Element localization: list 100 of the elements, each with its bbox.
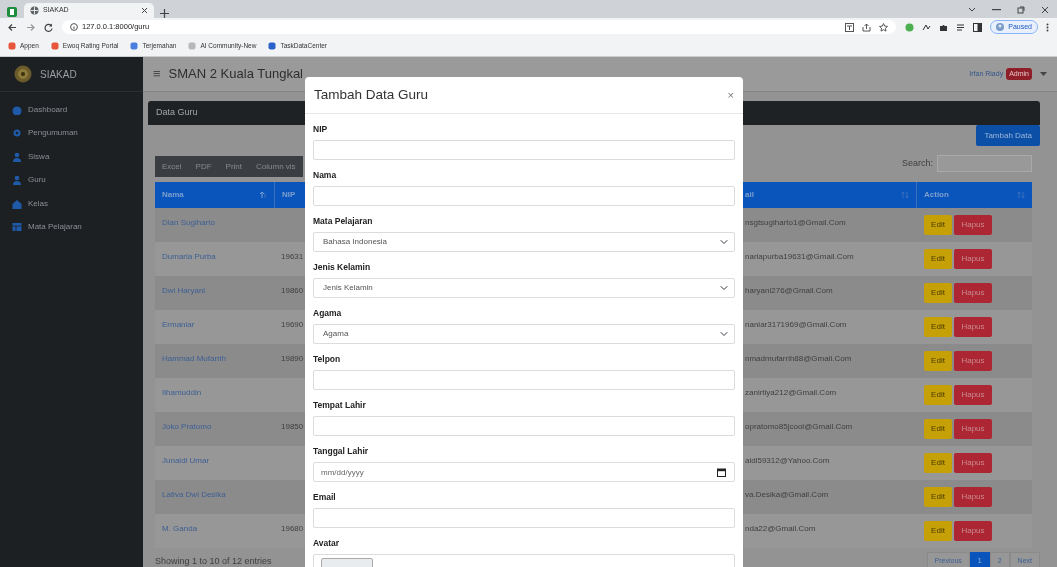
list-icon[interactable] — [956, 22, 966, 32]
text-field[interactable] — [313, 140, 735, 160]
field-label: Telpon — [313, 353, 341, 366]
table-cell: nariapurba19631@Gmail.Com — [743, 242, 917, 276]
table-cell: aidi59312@Yahoo.Com — [743, 446, 917, 480]
share-icon[interactable] — [862, 22, 872, 32]
text-field[interactable] — [313, 508, 735, 528]
close-button[interactable]: × — [727, 89, 734, 101]
name-link[interactable]: Joko Pratomo — [162, 422, 212, 431]
delete-button[interactable]: Hapus — [954, 419, 992, 439]
column-header[interactable]: ail — [743, 182, 917, 208]
delete-button[interactable]: Hapus — [954, 215, 992, 235]
name-link[interactable]: Hammad Mufarrih — [162, 354, 226, 363]
field-label: Agama — [313, 307, 342, 320]
restore-icon[interactable] — [1017, 6, 1025, 14]
table-cell: zanirtiya212@Gmail.Com — [743, 378, 917, 412]
caret-icon[interactable] — [1040, 71, 1047, 77]
translate-icon[interactable] — [845, 22, 855, 32]
chevron-down-icon[interactable] — [968, 7, 976, 13]
delete-button[interactable]: Hapus — [954, 385, 992, 405]
sidebar-item[interactable]: Mata Pelajaran — [0, 215, 143, 239]
field-label: Nama — [313, 169, 337, 182]
delete-button[interactable]: Hapus — [954, 351, 992, 371]
edit-button[interactable]: Edit — [924, 385, 952, 405]
text-field[interactable] — [313, 370, 735, 390]
name-link[interactable]: Ermaniar — [162, 320, 195, 329]
toolbar-button[interactable]: Excel — [155, 156, 189, 177]
select-field[interactable]: Bahasa Indonesia — [313, 232, 735, 252]
name-link[interactable]: Ilhamuddin — [162, 388, 202, 397]
table-cell: 19680 — [275, 514, 305, 548]
text-field[interactable] — [313, 416, 735, 436]
sort-up-icon[interactable] — [259, 191, 267, 199]
delete-button[interactable]: Hapus — [954, 453, 992, 473]
sidebar-item[interactable]: Pengumuman — [0, 121, 143, 145]
table-cell: nda22@Gmail.Com — [743, 514, 917, 548]
toolbar-button[interactable]: Column vis — [249, 156, 303, 177]
table-cell: nsgtsugiharto1@Gmail.Com — [743, 208, 917, 242]
reload-icon[interactable] — [44, 22, 53, 32]
field-label: Email — [313, 491, 336, 504]
edit-button[interactable]: Edit — [924, 283, 952, 303]
table-cell: 19631 — [275, 242, 305, 276]
name-link[interactable]: M. Ganda — [162, 524, 198, 533]
toolbar-button[interactable]: Print — [218, 156, 249, 177]
close-icon[interactable] — [1041, 6, 1049, 14]
table-cell: naniar3171969@Gmail.Com — [743, 310, 917, 344]
name-link[interactable]: Dumaria Purba — [162, 252, 216, 261]
entries-info: Showing 1 to 10 of 12 entries — [155, 554, 272, 567]
edit-button[interactable]: Edit — [924, 215, 952, 235]
name-link[interactable]: Dian Sugiharto — [162, 218, 215, 227]
name-link[interactable]: Junaidi Umar — [162, 456, 210, 465]
edit-button[interactable]: Edit — [924, 249, 952, 269]
edit-button[interactable]: Edit — [924, 351, 952, 371]
tab-search-icon[interactable] — [6, 6, 18, 18]
edit-button[interactable]: Edit — [924, 521, 952, 541]
sidebar-icon[interactable] — [973, 22, 983, 32]
date-field[interactable]: mm/dd/yyyy — [313, 462, 735, 482]
new-tab-icon[interactable] — [160, 9, 169, 18]
menu-icon[interactable]: ≡ — [153, 64, 161, 84]
house-icon — [12, 198, 22, 209]
select-field[interactable]: Agama — [313, 324, 735, 344]
delete-button[interactable]: Hapus — [954, 317, 992, 337]
edit-button[interactable]: Edit — [924, 419, 952, 439]
edit-button[interactable]: Edit — [924, 317, 952, 337]
person-icon — [12, 151, 22, 162]
edit-button[interactable]: Edit — [924, 453, 952, 473]
globe-icon — [30, 6, 39, 15]
table-cell: 19690 — [275, 310, 305, 344]
sidebar-item[interactable]: Siswa — [0, 145, 143, 169]
calendar-icon[interactable] — [717, 467, 726, 477]
field-label: Jenis Kelamin — [313, 261, 371, 274]
close-icon[interactable] — [141, 7, 148, 14]
avatar-icon — [996, 23, 1005, 31]
delete-button[interactable]: Hapus — [954, 521, 992, 541]
sidebar-item[interactable]: Dashboard — [0, 98, 143, 122]
minimize-icon[interactable] — [992, 9, 1001, 11]
text-field[interactable] — [313, 186, 735, 206]
edit-button[interactable]: Edit — [924, 487, 952, 507]
logo-icon — [14, 65, 32, 83]
column-header[interactable]: Action — [917, 182, 1032, 208]
column-header[interactable]: NIP — [275, 182, 305, 208]
star-icon[interactable] — [879, 22, 889, 32]
delete-button[interactable]: Hapus — [954, 283, 992, 303]
toolbar-button[interactable]: PDF — [188, 156, 219, 177]
back-arrow-icon[interactable] — [8, 22, 17, 32]
table-cell: 19890 — [275, 344, 305, 378]
table-cell: opratomo85jcool@Gmail.Com — [743, 412, 917, 446]
delete-button[interactable]: Hapus — [954, 487, 992, 507]
sidebar-item[interactable]: Guru — [0, 168, 143, 192]
field-label: Mata Pelajaran — [313, 215, 373, 228]
gear-icon — [12, 128, 22, 139]
modal-title: Tambah Data Guru — [314, 85, 429, 104]
add-button[interactable]: Tambah Data — [976, 125, 1040, 146]
sidebar-item[interactable]: Kelas — [0, 192, 143, 216]
name-link[interactable]: Dwi Haryani — [162, 286, 206, 295]
name-link[interactable]: Lativa Dwi Desika — [162, 490, 226, 499]
select-field[interactable]: Jenis Kelamin — [313, 278, 735, 298]
more-icon[interactable] — [1046, 22, 1049, 32]
column-header[interactable]: Nama — [155, 182, 275, 208]
delete-button[interactable]: Hapus — [954, 249, 992, 269]
forward-arrow-icon[interactable] — [26, 22, 35, 32]
